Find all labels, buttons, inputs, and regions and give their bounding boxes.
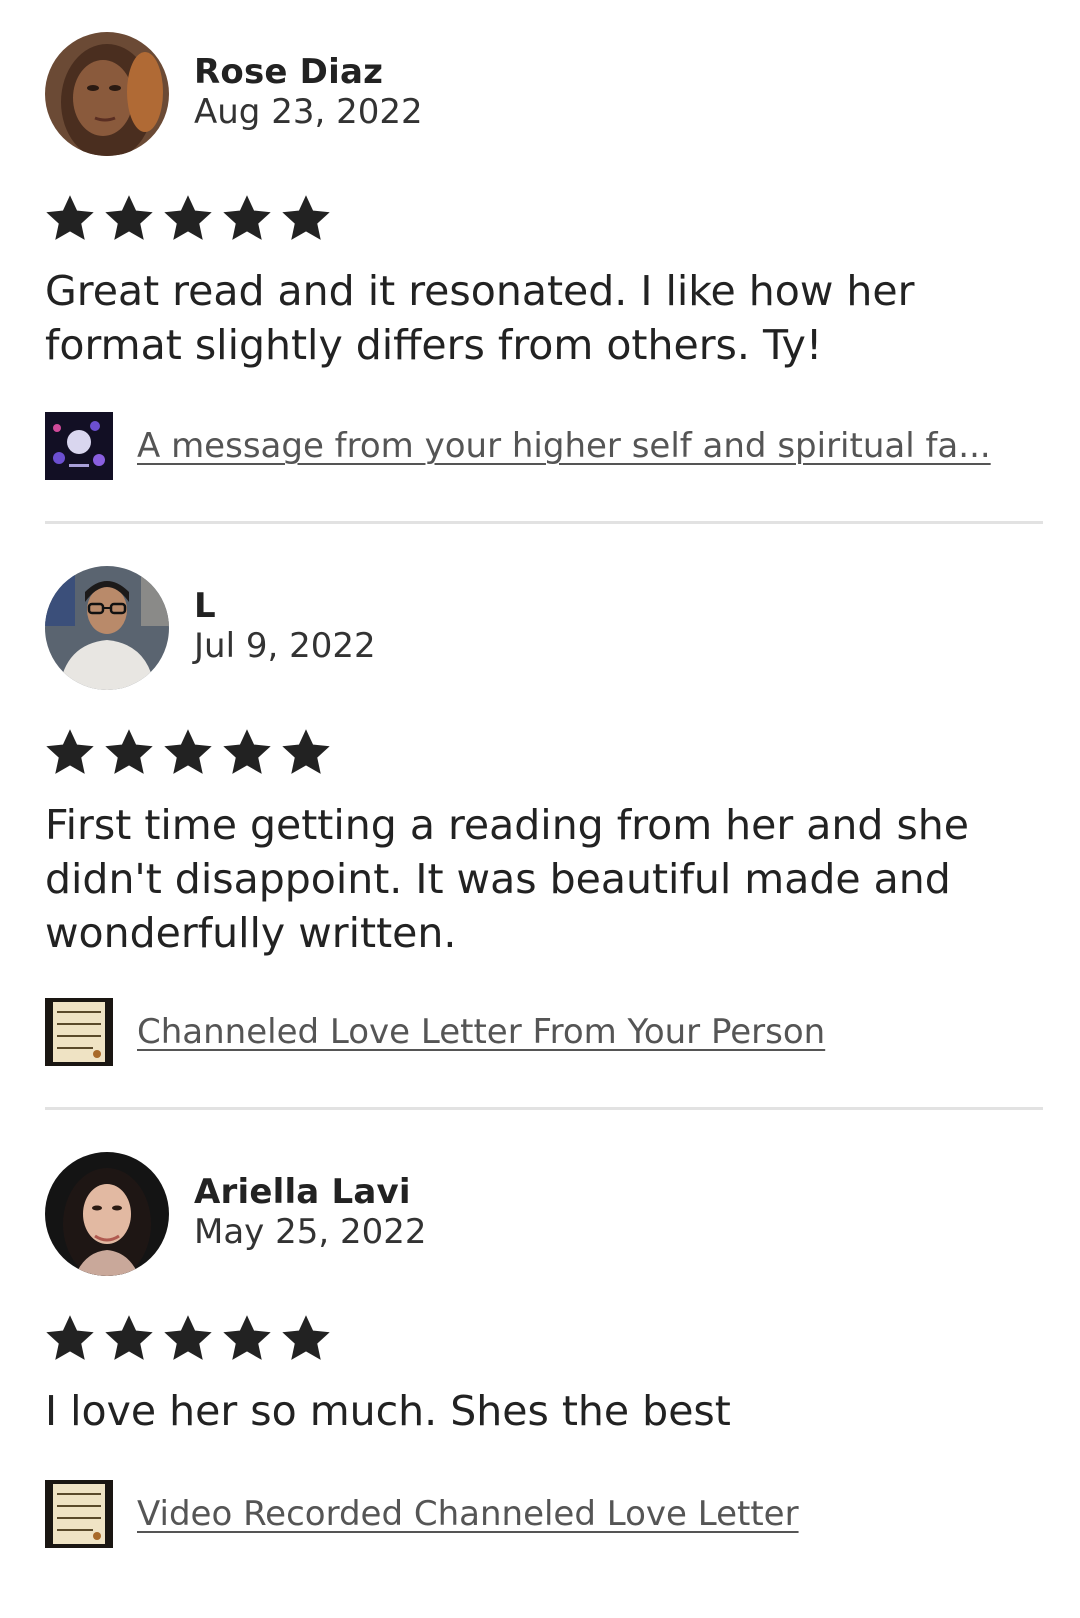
reviewer-name[interactable]: Rose Diaz — [194, 52, 383, 92]
divider — [45, 1107, 1043, 1110]
star-rating — [45, 728, 331, 780]
star-rating — [45, 194, 331, 246]
listing-thumbnail[interactable] — [45, 412, 113, 480]
star-icon — [164, 195, 212, 240]
star-rating — [45, 1314, 331, 1366]
star-icon — [223, 1315, 271, 1360]
reviewer-avatar[interactable] — [45, 1152, 169, 1276]
listing-reference[interactable]: A message from your higher self and spir… — [45, 412, 991, 480]
star-icon — [105, 195, 153, 240]
listing-link[interactable]: A message from your higher self and spir… — [137, 426, 991, 466]
star-icon — [105, 729, 153, 774]
star-icon — [164, 729, 212, 774]
star-icon — [223, 729, 271, 774]
star-icon — [164, 1315, 212, 1360]
review-text: First time getting a reading from her an… — [45, 801, 970, 957]
star-icon — [105, 1315, 153, 1360]
star-icon — [223, 195, 271, 240]
listing-link[interactable]: Channeled Love Letter From Your Person — [137, 1012, 825, 1052]
reviewer-name[interactable]: Ariella Lavi — [194, 1172, 411, 1212]
reviewer-avatar[interactable] — [45, 566, 169, 690]
star-icon — [46, 729, 94, 774]
divider — [45, 521, 1043, 524]
star-icon — [46, 195, 94, 240]
review-date: Jul 9, 2022 — [194, 626, 376, 666]
listing-reference[interactable]: Channeled Love Letter From Your Person — [45, 998, 825, 1066]
star-icon — [282, 195, 330, 240]
reviewer-avatar[interactable] — [45, 32, 169, 156]
review-text: Great read and it resonated. I like how … — [45, 267, 915, 369]
star-icon — [46, 1315, 94, 1360]
listing-link[interactable]: Video Recorded Channeled Love Letter — [137, 1494, 799, 1534]
star-icon — [282, 729, 330, 774]
review-date: Aug 23, 2022 — [194, 92, 423, 132]
listing-thumbnail[interactable] — [45, 1480, 113, 1548]
listing-thumbnail[interactable] — [45, 998, 113, 1066]
review-date: May 25, 2022 — [194, 1212, 427, 1252]
reviewer-name[interactable]: L — [194, 586, 216, 626]
star-icon — [282, 1315, 330, 1360]
review-text: I love her so much. Shes the best — [45, 1387, 731, 1435]
listing-reference[interactable]: Video Recorded Channeled Love Letter — [45, 1480, 799, 1548]
